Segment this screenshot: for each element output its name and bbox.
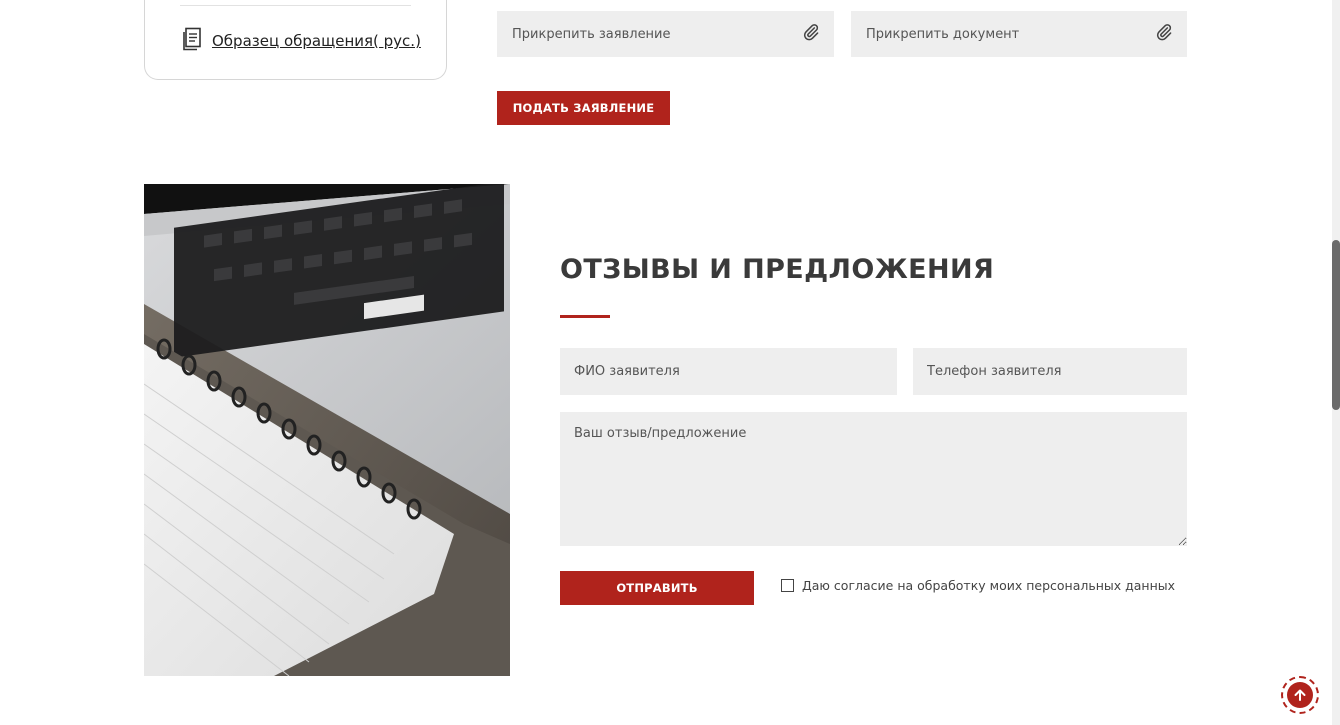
title-underline: [560, 315, 610, 318]
attach-document-label: Прикрепить документ: [866, 26, 1020, 42]
card-divider: [180, 5, 411, 6]
sample-request-link[interactable]: Образец обращения( рус.): [180, 27, 421, 55]
paperclip-icon: [1155, 23, 1173, 45]
feedback-section-title: ОТЗЫВЫ И ПРЕДЛОЖЕНИЯ: [560, 254, 995, 285]
applicant-phone-field[interactable]: [913, 348, 1187, 395]
applicant-name-field[interactable]: [560, 348, 897, 395]
page-scrollbar[interactable]: [1332, 0, 1340, 725]
sample-documents-card: Образец обращения( рус.): [144, 0, 447, 80]
arrow-up-icon: [1287, 682, 1313, 708]
attach-statement-field[interactable]: Прикрепить заявление: [497, 11, 834, 57]
send-feedback-button[interactable]: ОТПРАВИТЬ: [560, 571, 754, 605]
attach-document-field[interactable]: Прикрепить документ: [851, 11, 1187, 57]
consent-label: Даю согласие на обработку моих персональ…: [802, 578, 1176, 593]
feedback-message-field[interactable]: [560, 412, 1187, 546]
sample-request-label[interactable]: Образец обращения( рус.): [212, 32, 421, 50]
document-icon: [180, 27, 204, 55]
laptop-notebook-photo: [144, 184, 510, 676]
paperclip-icon: [802, 23, 820, 45]
submit-application-button[interactable]: ПОДАТЬ ЗАЯВЛЕНИЕ: [497, 91, 670, 125]
scroll-to-top-button[interactable]: [1281, 676, 1319, 714]
attach-statement-label: Прикрепить заявление: [512, 26, 671, 42]
consent-checkbox[interactable]: [781, 579, 794, 592]
scrollbar-thumb[interactable]: [1332, 240, 1340, 410]
consent-checkbox-row[interactable]: Даю согласие на обработку моих персональ…: [781, 578, 1175, 593]
